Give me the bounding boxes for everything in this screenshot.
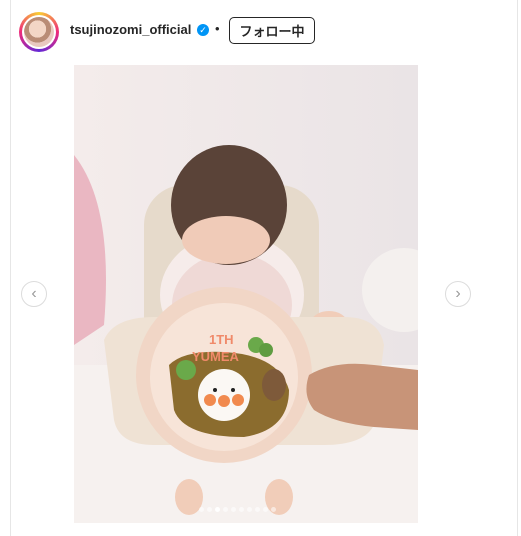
verified-badge-icon: ✓	[197, 24, 209, 36]
plate-text-yumea: YUMEA	[192, 349, 240, 364]
plate-text-1th: 1TH	[209, 332, 234, 347]
carousel-indicator	[199, 507, 276, 513]
carousel-dot-active	[215, 507, 220, 512]
carousel-dot	[223, 507, 228, 512]
post-image[interactable]: 1TH YUMEA	[74, 65, 418, 523]
carousel-dot	[255, 507, 260, 512]
carousel-dot	[207, 507, 212, 512]
avatar[interactable]	[19, 12, 59, 52]
carousel-dot	[231, 507, 236, 512]
carousel-dot	[271, 507, 276, 512]
separator-dot: •	[215, 21, 220, 36]
following-button[interactable]: フォロー中	[229, 17, 315, 44]
carousel-dot	[239, 507, 244, 512]
carousel-dot	[199, 507, 204, 512]
username-link[interactable]: tsujinozomi_official	[70, 22, 191, 37]
chevron-right-icon[interactable]: ›	[445, 281, 471, 307]
carousel-dot	[247, 507, 252, 512]
post-header: tsujinozomi_official ✓ • フォロー中	[0, 0, 521, 62]
carousel-dot	[263, 507, 268, 512]
chevron-left-icon[interactable]: ‹	[21, 281, 47, 307]
